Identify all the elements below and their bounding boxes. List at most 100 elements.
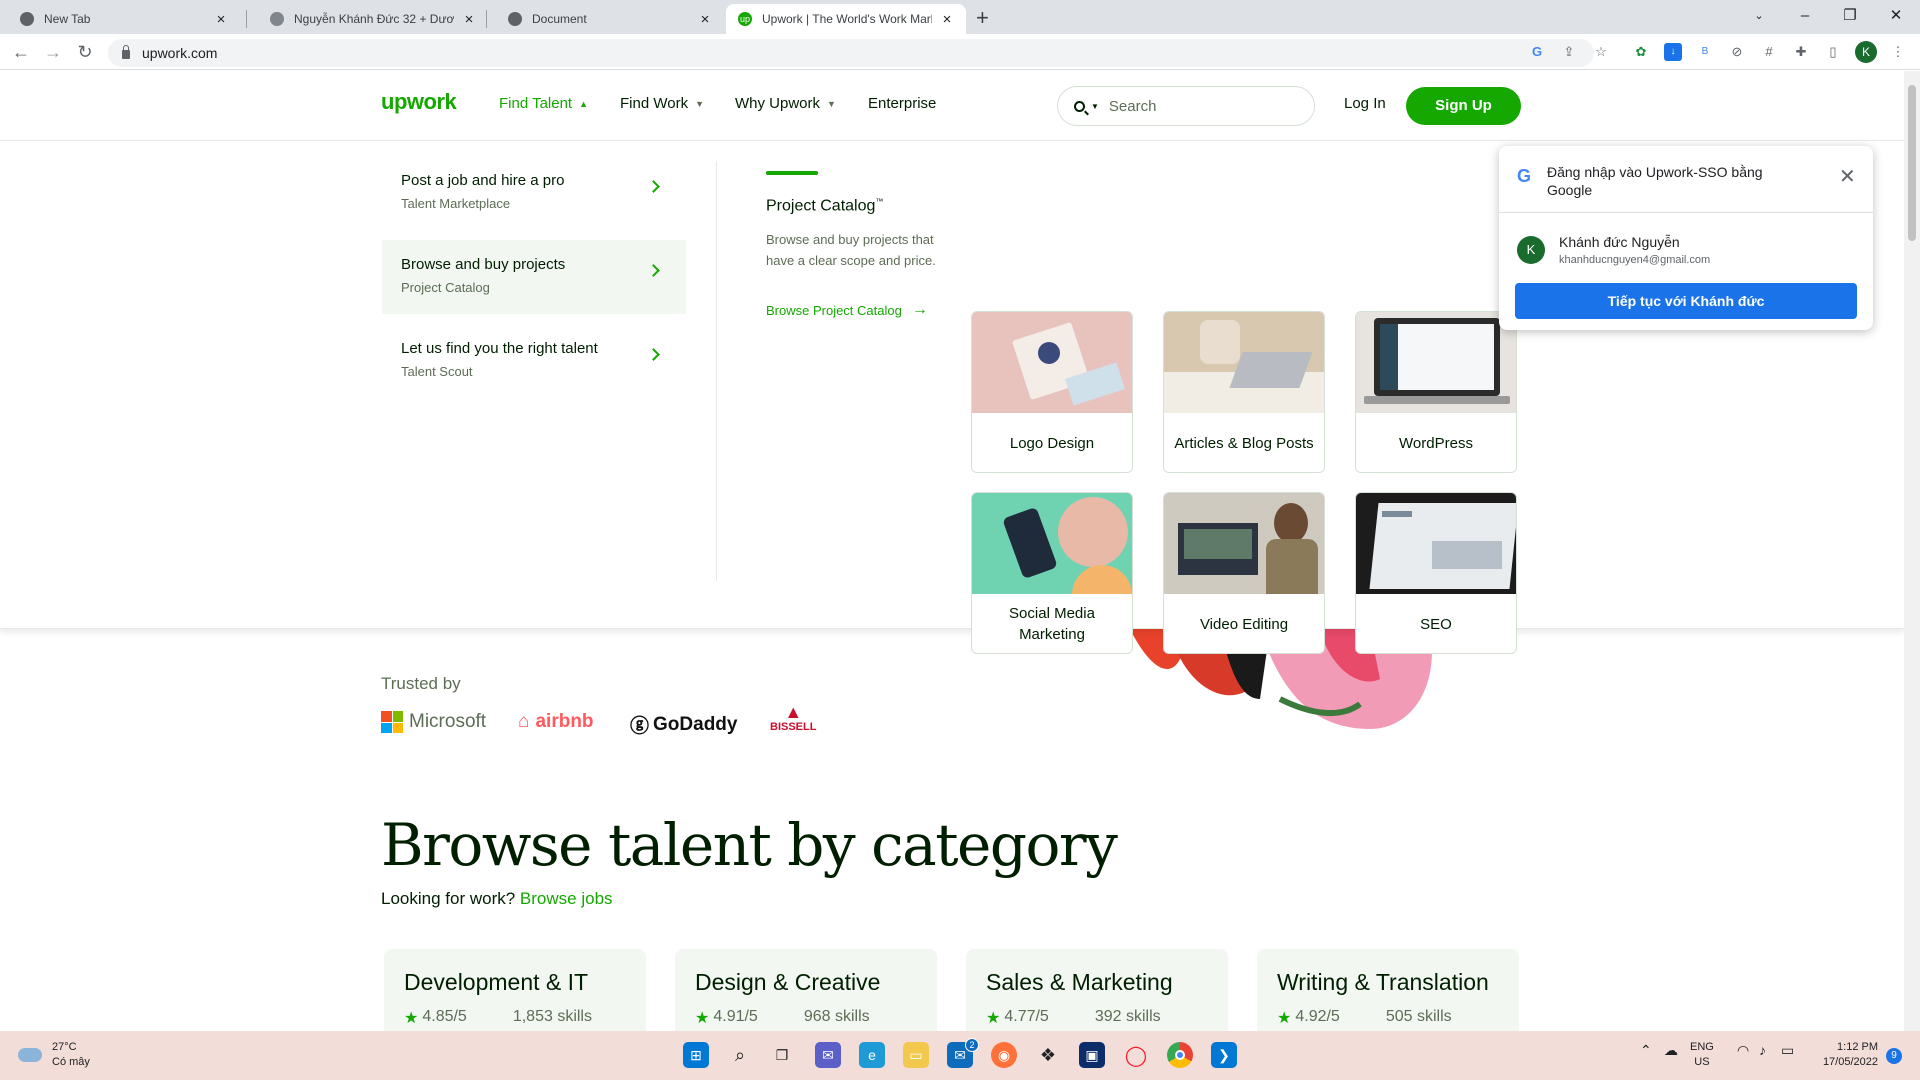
- hash-extension-icon[interactable]: #: [1760, 43, 1778, 61]
- nav-enterprise[interactable]: Enterprise: [868, 95, 936, 112]
- profile-avatar[interactable]: K: [1855, 41, 1877, 63]
- category-card-development-it[interactable]: Development & IT ★ 4.85/5 1,853 skills: [384, 949, 646, 1031]
- login-link[interactable]: Log In: [1344, 95, 1386, 112]
- category-card-design-creative[interactable]: Design & Creative ★ 4.91/5 968 skills: [675, 949, 937, 1031]
- volume-icon[interactable]: ♪: [1759, 1043, 1766, 1058]
- menu-item-talent-marketplace[interactable]: Post a job and hire a pro Talent Marketp…: [382, 156, 686, 230]
- card-seo[interactable]: SEO: [1355, 492, 1517, 654]
- b-extension-icon[interactable]: B: [1696, 43, 1714, 61]
- signup-button[interactable]: Sign Up: [1406, 87, 1521, 125]
- lock-icon: [122, 44, 130, 59]
- close-icon[interactable]: ✕: [1839, 164, 1856, 189]
- search-icon[interactable]: ⌕: [727, 1042, 753, 1068]
- language-indicator[interactable]: ENG US: [1690, 1040, 1714, 1070]
- menu-item-talent-scout[interactable]: Let us find you the right talent Talent …: [382, 324, 686, 398]
- browse-project-catalog-link[interactable]: Browse Project Catalog →: [766, 301, 928, 319]
- dropbox-icon[interactable]: ❖: [1035, 1042, 1061, 1068]
- card-wordpress[interactable]: WordPress: [1355, 311, 1517, 473]
- notification-badge[interactable]: 9: [1886, 1048, 1902, 1064]
- wifi-icon[interactable]: ◠: [1737, 1043, 1749, 1058]
- star-icon: ★: [986, 1010, 1001, 1027]
- card-logo-design[interactable]: Logo Design: [971, 311, 1133, 473]
- mail-icon[interactable]: ✉ 2: [947, 1038, 979, 1068]
- chevron-up-icon[interactable]: ⌃: [1640, 1043, 1652, 1058]
- reload-button[interactable]: ↻: [74, 40, 96, 64]
- continue-as-button[interactable]: Tiếp tục với Khánh đức: [1515, 283, 1857, 319]
- share-icon[interactable]: ⇪: [1560, 43, 1578, 61]
- card-video-editing[interactable]: Video Editing: [1163, 492, 1325, 654]
- chrome-icon[interactable]: [1167, 1042, 1193, 1068]
- upwork-logo[interactable]: upwork: [381, 89, 457, 115]
- nav-find-work[interactable]: Find Work ▼: [620, 95, 704, 112]
- scrollbar-thumb[interactable]: [1908, 85, 1916, 241]
- account-avatar: K: [1517, 236, 1545, 264]
- chevron-down-icon[interactable]: ▼: [1091, 102, 1099, 111]
- tab-new-tab[interactable]: New Tab ×: [0, 4, 240, 34]
- chevron-up-icon: ▲: [579, 98, 589, 109]
- close-icon[interactable]: ×: [214, 11, 228, 28]
- task-view-icon[interactable]: ❐: [769, 1042, 795, 1068]
- download-extension-icon[interactable]: ↓: [1664, 43, 1682, 61]
- new-tab-button[interactable]: +: [976, 4, 989, 32]
- extensions-puzzle-icon[interactable]: ✚: [1792, 43, 1810, 61]
- restore-button[interactable]: ❐: [1838, 2, 1862, 30]
- globe-icon: [508, 12, 522, 26]
- account-email: khanhducnguyen4@gmail.com: [1559, 254, 1711, 266]
- upwork-icon: up: [738, 12, 752, 26]
- wordpress-image: [1356, 312, 1516, 413]
- chevron-down-icon: ▼: [827, 98, 836, 109]
- opera-icon[interactable]: ◯: [1123, 1042, 1149, 1068]
- weather-widget[interactable]: 27°C Có mây: [18, 1040, 90, 1070]
- menu-item-project-catalog[interactable]: Browse and buy projects Project Catalog: [382, 240, 686, 314]
- close-icon[interactable]: ×: [698, 11, 712, 28]
- page-scrollbar[interactable]: [1904, 71, 1920, 1031]
- card-articles-blog-posts[interactable]: Articles & Blog Posts: [1163, 311, 1325, 473]
- articles-blog-image: [1164, 312, 1324, 413]
- nav-find-talent[interactable]: Find Talent ▲: [499, 95, 588, 112]
- address-bar[interactable]: upwork.com: [108, 39, 1594, 67]
- battery-icon[interactable]: ▭: [1781, 1043, 1794, 1058]
- grammarly-icon[interactable]: ✿: [1632, 43, 1650, 61]
- close-icon[interactable]: ×: [940, 11, 954, 28]
- looking-for-work: Looking for work? Browse jobs: [381, 889, 613, 908]
- bookmark-star-icon[interactable]: ☆: [1592, 43, 1610, 61]
- tab-upwork[interactable]: up Upwork | The World's Work Mark ×: [726, 4, 966, 34]
- seo-image: [1356, 493, 1516, 594]
- back-button[interactable]: ←: [10, 40, 32, 64]
- card-social-media-marketing[interactable]: Social Media Marketing: [971, 492, 1133, 654]
- windows-start-icon[interactable]: ⊞: [683, 1042, 709, 1068]
- minimize-button[interactable]: –: [1793, 2, 1817, 30]
- side-panel-icon[interactable]: ▯: [1824, 43, 1842, 61]
- site-header: upwork Find Talent ▲ Find Work ▼ Why Upwor…: [0, 71, 1904, 141]
- microsoft-icon: [381, 711, 403, 733]
- edge-icon[interactable]: e: [859, 1042, 885, 1068]
- star-icon: ★: [1277, 1010, 1292, 1027]
- category-card-writing-translation[interactable]: Writing & Translation ★ 4.92/5 505 skills: [1257, 949, 1519, 1031]
- account-name: Khánh đức Nguyễn: [1559, 234, 1680, 250]
- forward-button[interactable]: →: [42, 40, 64, 64]
- onedrive-icon[interactable]: ☁: [1664, 1043, 1678, 1058]
- bissell-icon: ▲: [784, 702, 803, 722]
- teams-chat-icon[interactable]: ✉: [815, 1042, 841, 1068]
- compass-icon[interactable]: ⊘: [1728, 43, 1746, 61]
- menu-kebab-icon[interactable]: ⋮: [1889, 43, 1907, 61]
- search-input[interactable]: ▼ Search: [1057, 86, 1315, 126]
- tab-nguyen-khanh-duc[interactable]: Nguyễn Khánh Đức 32 + Dương ×: [250, 4, 488, 34]
- app-icon[interactable]: ▣: [1079, 1042, 1105, 1068]
- clock[interactable]: 1:12 PM 17/05/2022: [1810, 1040, 1878, 1070]
- nav-why-upwork[interactable]: Why Upwork ▼: [735, 95, 836, 112]
- close-icon[interactable]: ×: [462, 11, 476, 28]
- firefox-icon[interactable]: ◉: [991, 1042, 1017, 1068]
- browser-toolbar: ← → ↻ upwork.com G ⇪ ☆ ✿ ↓ B ⊘ # ✚ ▯ K ⋮: [0, 34, 1920, 70]
- chevron-down-icon: ▼: [695, 98, 704, 109]
- tab-document[interactable]: Document ×: [488, 4, 724, 34]
- close-window-button[interactable]: ✕: [1884, 2, 1908, 30]
- vscode-icon[interactable]: ❯: [1211, 1042, 1237, 1068]
- tab-search-icon[interactable]: ⌄: [1747, 2, 1771, 30]
- google-translate-icon[interactable]: G: [1528, 43, 1546, 61]
- browse-jobs-link[interactable]: Browse jobs: [520, 889, 613, 908]
- google-icon: G: [1517, 166, 1532, 186]
- category-card-sales-marketing[interactable]: Sales & Marketing ★ 4.77/5 392 skills: [966, 949, 1228, 1031]
- browse-category-heading: Browse talent by category: [381, 811, 1118, 879]
- file-explorer-icon[interactable]: ▭: [903, 1042, 929, 1068]
